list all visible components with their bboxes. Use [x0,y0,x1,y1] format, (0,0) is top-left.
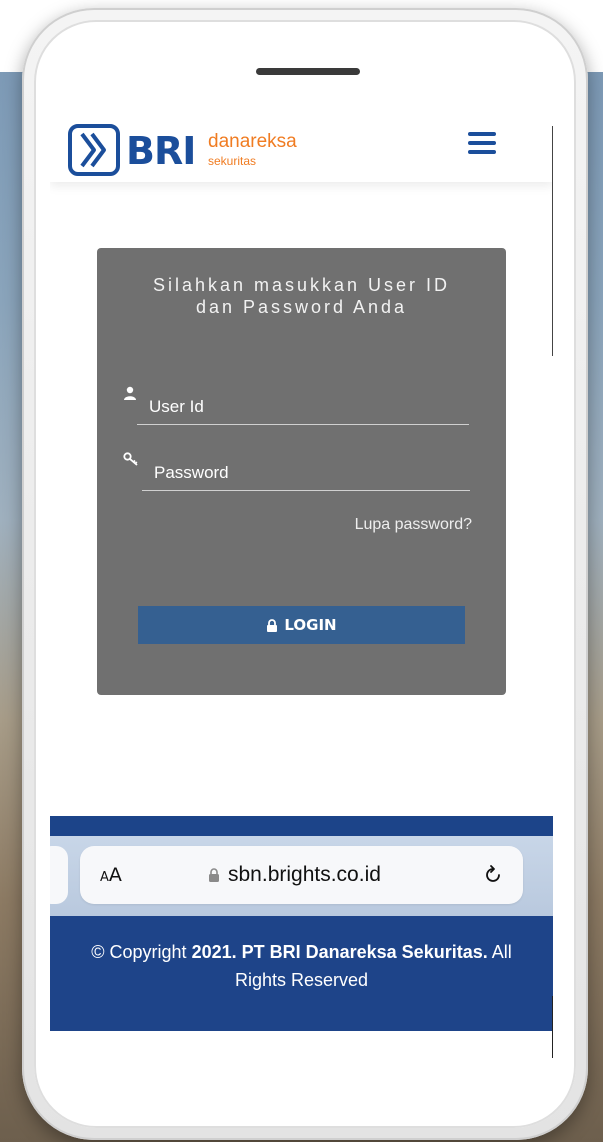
phone-screen: BRI danareksa sekuritas Silahkan masukka… [50,106,553,1056]
user-icon [124,386,136,400]
user-id-input[interactable] [137,390,469,424]
screen-edge-line [552,126,553,356]
login-card: Silahkan masukkan User ID dan Password A… [97,248,506,695]
previous-tab-pill[interactable] [50,846,68,904]
forgot-password-link[interactable]: Lupa password? [355,516,472,534]
bri-danareksa-logo[interactable]: BRI danareksa sekuritas [68,124,308,178]
key-icon [123,452,138,466]
copyright-prefix: © Copyright [91,942,192,962]
text-size-button[interactable]: AA [100,864,122,889]
site-header: BRI danareksa sekuritas [50,106,553,182]
password-input[interactable] [142,456,470,490]
login-title-line1: Silahkan masukkan User ID [152,275,451,295]
logo-sub-text: sekuritas [208,154,257,168]
url-text: sbn.brights.co.id [228,863,381,886]
copyright-company: 2021. PT BRI Danareksa Sekuritas. [191,942,488,962]
footer-top-strip [50,816,553,836]
logo-bri-text: BRI [126,129,196,173]
login-button-label: LOGIN [284,616,337,634]
password-field-wrapper [142,456,470,491]
login-title-line2: dan Password Anda [195,297,408,317]
logo-brand-text: danareksa [208,131,297,152]
hamburger-menu-icon[interactable] [468,132,496,154]
user-id-field-wrapper [137,390,469,425]
lock-icon [267,618,278,632]
login-button[interactable]: LOGIN [138,606,465,644]
screen-edge-line-bottom [552,996,553,1058]
login-title: Silahkan masukkan User ID dan Password A… [107,274,496,318]
bri-logo-mark-icon [68,124,120,176]
reload-icon[interactable] [482,864,504,886]
phone-speaker [256,68,360,75]
browser-address-bar: AA sbn.brights.co.id [50,836,553,916]
site-footer: © Copyright 2021. PT BRI Danareksa Sekur… [50,916,553,1031]
url-lock-icon [209,868,219,882]
url-field[interactable]: AA sbn.brights.co.id [80,846,523,904]
copyright-text: © Copyright 2021. PT BRI Danareksa Sekur… [70,938,533,994]
